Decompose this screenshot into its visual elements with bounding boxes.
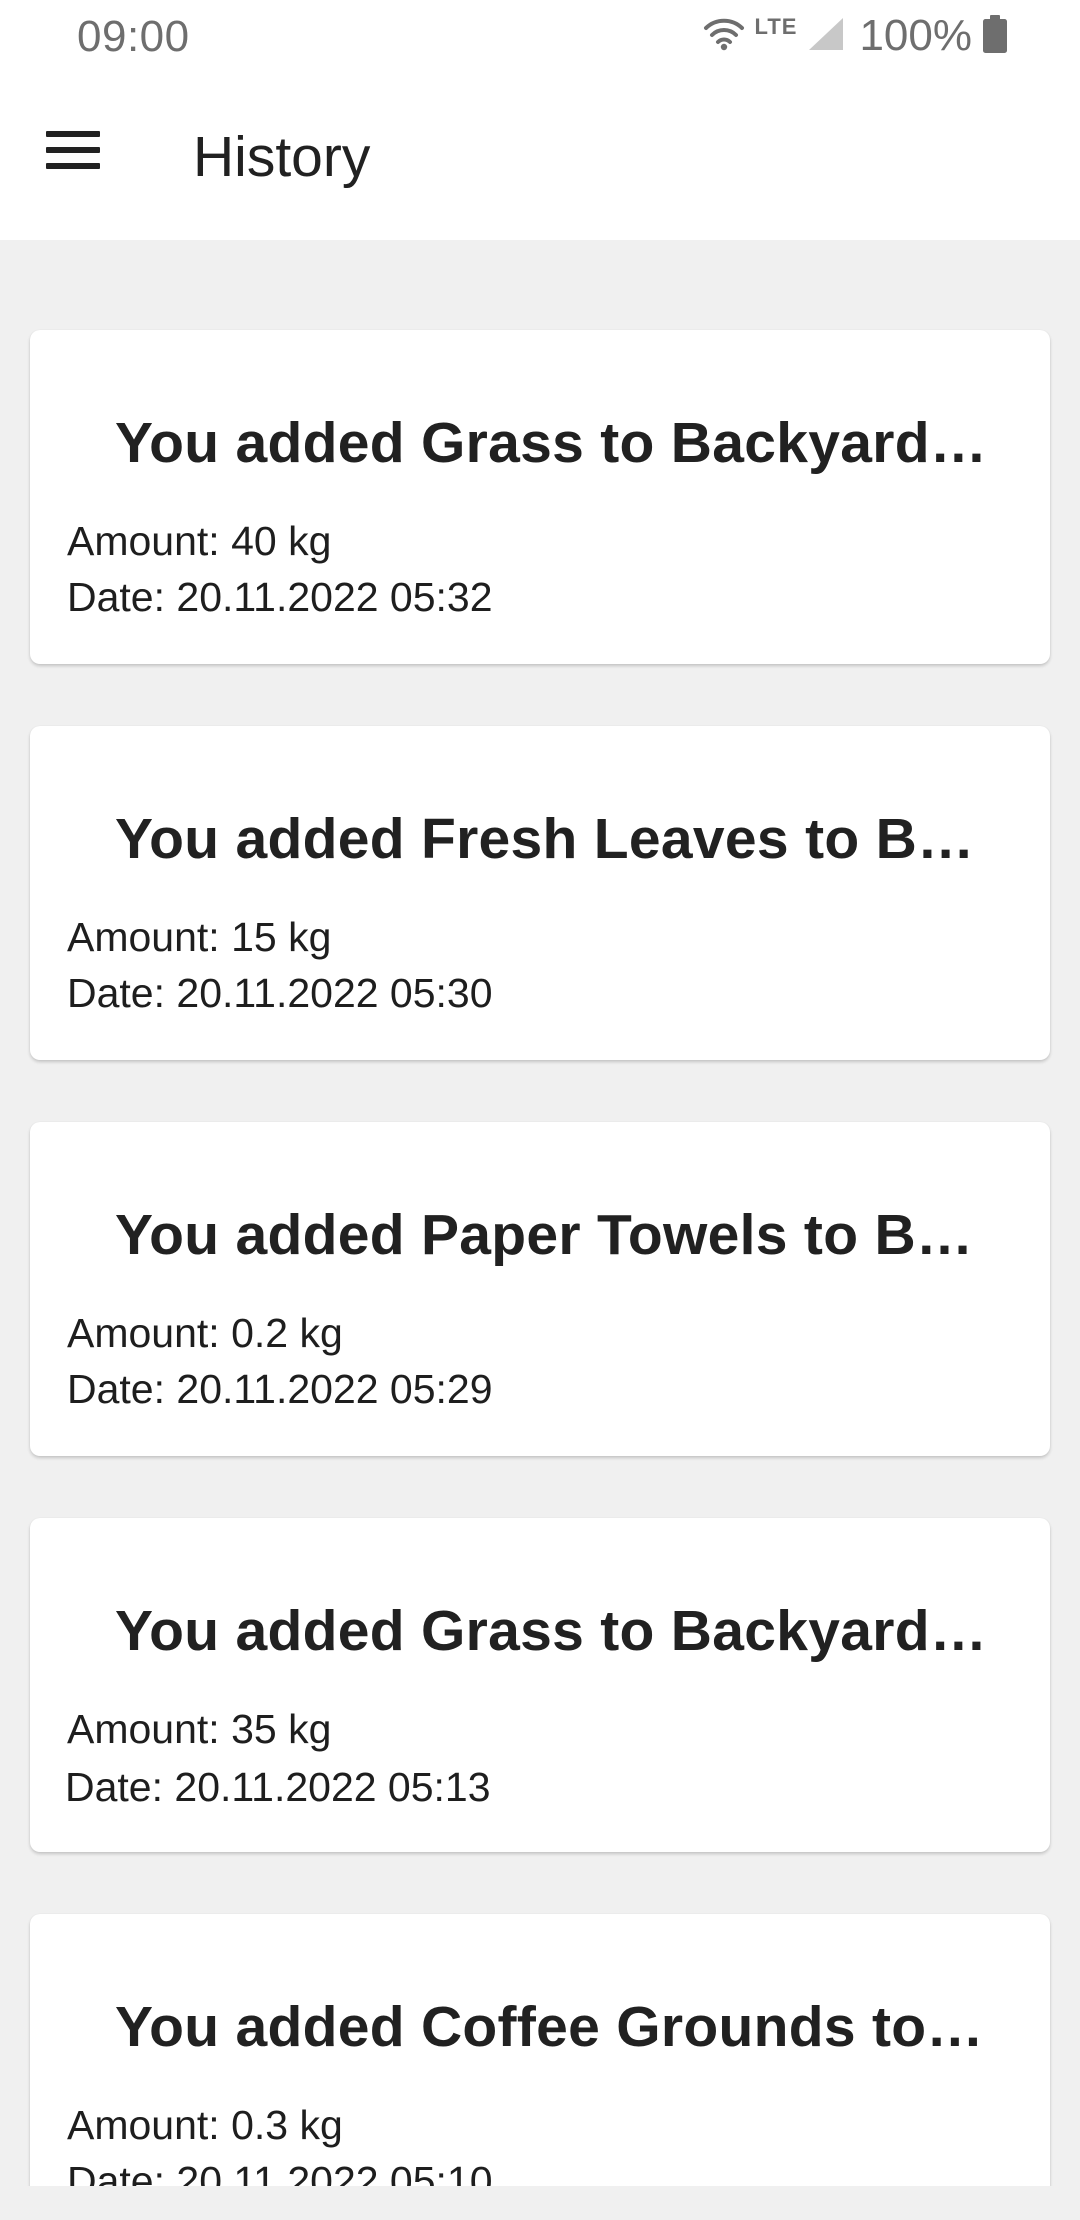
- history-card-date: Date: 20.11.2022 05:13: [65, 1764, 491, 1810]
- network-type: LTE: [754, 14, 798, 39]
- history-list[interactable]: You added Grass to Backyard … Amount: 40…: [0, 240, 1080, 2186]
- history-card-date: Date: 20.11.2022 05:32: [67, 574, 493, 620]
- page-title: History: [193, 125, 371, 189]
- menu-icon-line: [46, 147, 100, 153]
- menu-icon-line: [46, 131, 100, 137]
- history-card-amount: Amount: 15 kg: [67, 914, 332, 960]
- menu-icon[interactable]: [40, 117, 106, 183]
- status-icons: LTE 100%: [703, 10, 1008, 62]
- signal-icon: [807, 16, 845, 57]
- history-card-title: You added Coffee Grounds to …: [115, 1995, 995, 2059]
- history-card-date: Date: 20.11.2022 05:29: [67, 1366, 493, 1412]
- history-card[interactable]: You added Grass to Backyard … Amount: 40…: [30, 330, 1050, 664]
- history-card-title: You added Grass to Backyard …: [115, 411, 995, 475]
- history-card-amount: Amount: 0.3 kg: [67, 2102, 343, 2148]
- history-card-amount: Amount: 35 kg: [67, 1706, 332, 1752]
- history-card[interactable]: You added Grass to Backyard … Amount: 35…: [30, 1518, 1050, 1852]
- history-card-amount: Amount: 0.2 kg: [67, 1310, 343, 1356]
- history-card[interactable]: You added Fresh Leaves to Ba… Amount: 15…: [30, 726, 1050, 1060]
- status-bar: 09:00 LTE 100%: [0, 0, 1080, 72]
- history-card-date: Date: 20.11.2022 05:10: [67, 2158, 493, 2186]
- history-card[interactable]: You added Paper Towels to Ba… Amount: 0.…: [30, 1122, 1050, 1456]
- history-card-date: Date: 20.11.2022 05:30: [67, 970, 493, 1016]
- menu-icon-line: [46, 163, 100, 169]
- battery-level: 100%: [859, 11, 972, 60]
- history-card[interactable]: You added Coffee Grounds to … Amount: 0.…: [30, 1914, 1050, 2186]
- history-card-title: You added Grass to Backyard …: [115, 1599, 995, 1663]
- history-card-title: You added Paper Towels to Ba…: [115, 1203, 995, 1267]
- history-card-amount: Amount: 40 kg: [67, 518, 332, 564]
- status-time: 09:00: [77, 12, 190, 61]
- history-card-title: You added Fresh Leaves to Ba…: [115, 807, 995, 871]
- wifi-icon: [703, 16, 745, 57]
- app-bar: History: [0, 72, 1080, 240]
- battery-icon: [982, 14, 1008, 59]
